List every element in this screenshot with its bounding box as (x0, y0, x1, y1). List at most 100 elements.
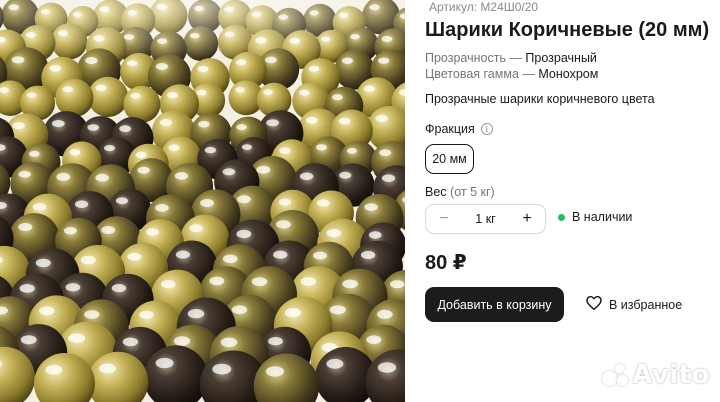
bead-highlight (364, 203, 378, 211)
bead-highlight (236, 195, 251, 204)
bead-highlight (135, 151, 147, 159)
bead-highlight (95, 173, 109, 182)
bead-highlight (266, 119, 279, 127)
bead-highlight (74, 200, 89, 208)
info-icon[interactable]: i (480, 123, 493, 135)
decrease-button[interactable]: − (436, 211, 452, 227)
bead-highlight (276, 220, 291, 229)
bead-highlight (187, 309, 205, 319)
bead-highlight (235, 87, 245, 93)
bead-highlight (196, 89, 207, 96)
bead-highlight (198, 120, 210, 128)
bead (123, 85, 161, 123)
property-value: Прозрачный (525, 51, 597, 65)
bead-highlight (87, 124, 99, 131)
bead-highlight (363, 85, 376, 92)
bead-highlight (366, 335, 382, 345)
bead-highlight (68, 333, 86, 343)
stock-label: В наличии (572, 210, 633, 224)
bead-highlight (326, 358, 344, 369)
property-value: Монохром (538, 67, 599, 81)
bead-highlight (168, 144, 180, 151)
bead-highlight (331, 94, 343, 101)
bead-highlight (69, 149, 81, 156)
bead-highlight (62, 86, 73, 93)
avito-wordmark: Avito (632, 360, 710, 390)
bead-highlight (104, 145, 115, 152)
bead-highlight (19, 284, 35, 293)
property-label: Цветовая гамма — (425, 67, 539, 81)
fraction-label-text: Фракция (425, 122, 475, 136)
bead-highlight (145, 228, 159, 236)
bead-highlight (390, 280, 405, 289)
product-photo[interactable] (0, 0, 405, 402)
bead-highlight (299, 172, 314, 181)
bead-highlight (35, 258, 51, 268)
price: 80 ₽ (425, 252, 467, 274)
bead-highlight (200, 199, 214, 207)
bead-highlight (20, 335, 37, 345)
bead-highlight (376, 309, 393, 319)
bead-highlight (222, 254, 238, 264)
bead-highlight (160, 280, 176, 289)
bead-highlight (63, 227, 77, 235)
in-stock-dot-icon (558, 213, 565, 221)
bead-highlight (342, 279, 359, 289)
bead-highlight (381, 174, 396, 182)
add-to-favorites-button[interactable]: В избранное (586, 295, 683, 313)
increase-button[interactable]: + (519, 211, 535, 227)
add-to-cart-button[interactable]: Добавить в корзину (425, 287, 564, 322)
bead-highlight (155, 204, 169, 212)
bead-highlight (279, 147, 291, 154)
bead-highlight (326, 229, 342, 238)
bead-highlight (137, 166, 150, 174)
weight-value: 1 кг (475, 212, 496, 226)
heart-icon (586, 295, 602, 313)
bead-highlight (127, 252, 142, 261)
bead-highlight (189, 224, 204, 233)
bead-highlight (101, 226, 116, 234)
fraction-option-20mm[interactable]: 20 мм (425, 144, 474, 174)
bead-highlight (173, 336, 191, 346)
bead-highlight (122, 337, 139, 347)
avito-watermark: Avito (602, 360, 710, 390)
bead-highlight (299, 89, 310, 96)
bead-highlight (139, 310, 154, 320)
weight-label: Вес (от 5 кг) (425, 185, 495, 199)
property-color-scheme: Цветовая гамма — Монохром (425, 67, 598, 81)
bead-highlight (32, 203, 47, 211)
avito-logo-icon (602, 362, 629, 388)
favorites-label: В избранное (609, 297, 683, 312)
bead-highlight (18, 170, 31, 178)
product-info-panel: Артикул: М24Ш0/20 Шарики Коричневые (20 … (425, 0, 715, 402)
bead-highlight (119, 125, 131, 133)
bead-highlight (241, 144, 252, 151)
bead-highlight (115, 197, 129, 205)
bead-highlight (175, 250, 190, 259)
bead-highlight (204, 146, 217, 154)
bead-highlight (263, 89, 273, 95)
bead (55, 78, 94, 117)
bead-highlight (346, 147, 357, 154)
bead-highlight (174, 172, 188, 180)
bead-highlight (338, 117, 351, 125)
bead-highlight (278, 198, 292, 206)
bead-highlight (18, 223, 33, 231)
bead-highlight (39, 306, 55, 316)
bead-highlight (155, 357, 174, 369)
bead-highlight (12, 122, 25, 130)
bead-highlight (166, 91, 178, 99)
bead-highlight (273, 250, 288, 259)
bead-highlight (236, 229, 252, 239)
bead-highlight (130, 92, 141, 99)
bead-highlight (251, 277, 268, 286)
article-number: Артикул: М24Ш0/20 (429, 0, 539, 14)
bead-highlight (368, 231, 382, 239)
bead-highlight (212, 363, 232, 375)
bead-highlight (56, 172, 71, 181)
bead-highlight (377, 362, 397, 373)
property-transparency: Прозрачность — Прозрачный (425, 51, 597, 65)
bead-highlight (300, 277, 317, 286)
bead-highlight (379, 149, 392, 157)
bead-highlight (209, 276, 225, 286)
